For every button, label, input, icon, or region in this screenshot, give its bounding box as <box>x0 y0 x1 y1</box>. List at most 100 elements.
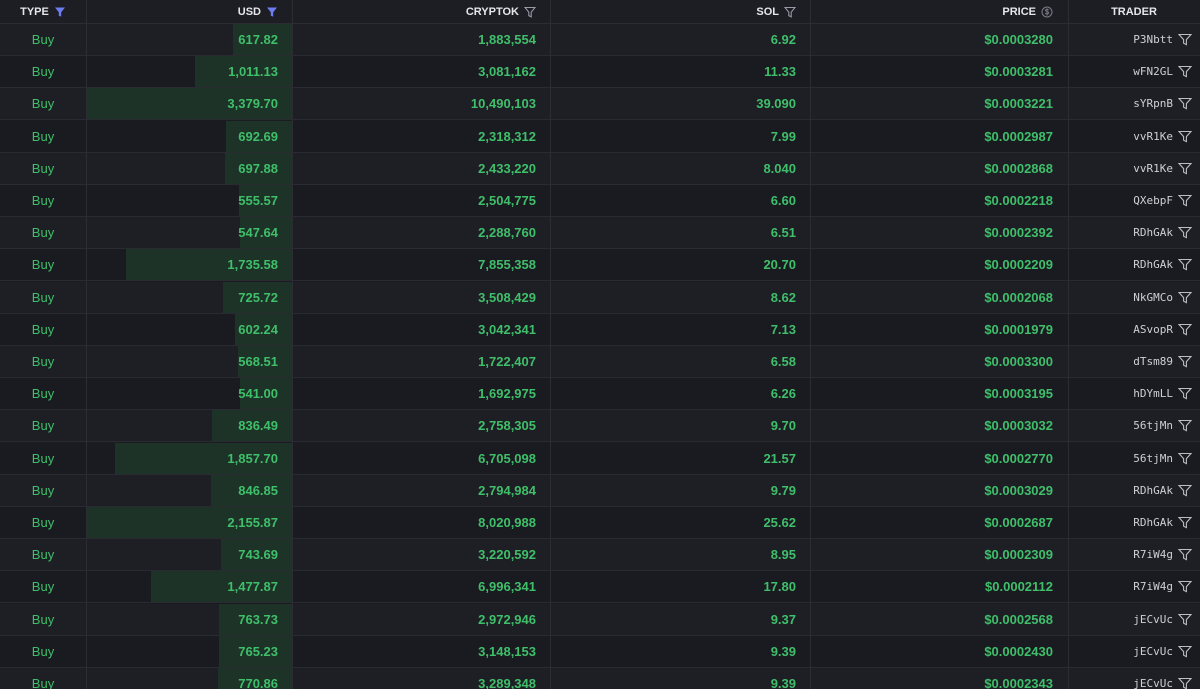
trader-id[interactable]: P3Nbtt <box>1133 33 1173 46</box>
trader-id[interactable]: 56tjMn <box>1133 419 1173 432</box>
cryptok-cell: 3,081,162 <box>478 64 536 80</box>
trader-id[interactable]: dTsm89 <box>1133 355 1173 368</box>
col-cryptok-label: CRYPTOK <box>465 5 519 18</box>
filter-trader-icon[interactable] <box>1178 677 1192 689</box>
trader-id[interactable]: hDYmLL <box>1133 387 1173 400</box>
table-row[interactable]: Buy 617.82 1,883,554 6.92 $0.0003280 P3Nbtt <box>0 24 1200 56</box>
col-price-header[interactable]: PRICE <box>810 0 1068 23</box>
filter-trader-icon[interactable] <box>1178 162 1192 175</box>
table-row[interactable]: Buy 846.85 2,794,984 9.79 $0.0003029 RDhGAk <box>0 474 1200 507</box>
type-cell: Buy <box>31 32 55 47</box>
table-row[interactable]: Buy 836.49 2,758,305 9.70 $0.0003032 56tjMn <box>0 410 1200 443</box>
table-row[interactable]: Buy 743.69 3,220,592 8.95 $0.0002309 R7iW4g <box>0 539 1200 572</box>
filter-trader-icon[interactable] <box>1178 548 1192 561</box>
type-cell: Buy <box>31 64 55 80</box>
filter-active-icon[interactable] <box>266 6 278 18</box>
trader-id[interactable]: RDhGAk <box>1133 258 1173 271</box>
cryptok-cell: 2,433,220 <box>478 160 536 176</box>
filter-trader-icon[interactable] <box>1178 452 1192 465</box>
filter-trader-icon[interactable] <box>1178 387 1192 400</box>
filter-trader-icon[interactable] <box>1178 484 1192 497</box>
trader-id[interactable]: RDhGAk <box>1133 484 1173 497</box>
table-row[interactable]: Buy 602.24 3,042,341 7.13 $0.0001979 ASvopR <box>0 313 1200 346</box>
table-row[interactable]: Buy 692.69 2,318,312 7.99 $0.0002987 vvR1Ke <box>0 120 1200 153</box>
type-cell: Buy <box>31 643 55 659</box>
filter-trader-icon[interactable] <box>1178 613 1192 626</box>
filter-trader-icon[interactable] <box>1178 645 1192 658</box>
table-row[interactable]: Buy 765.23 3,148,153 9.39 $0.0002430 jECvUc <box>0 635 1200 668</box>
type-cell: Buy <box>31 676 55 689</box>
trader-id[interactable]: jECvUc <box>1133 613 1173 626</box>
trader-id[interactable]: QXebpF <box>1133 194 1173 207</box>
trader-id[interactable]: 56tjMn <box>1133 452 1173 465</box>
filter-trader-icon[interactable] <box>1178 194 1192 207</box>
table-row[interactable]: Buy 555.57 2,504,775 6.60 $0.0002218 QXebpF <box>0 185 1200 217</box>
price-cell: $0.0003300 <box>984 354 1053 369</box>
filter-active-icon[interactable] <box>54 6 66 18</box>
filter-icon[interactable] <box>524 6 536 18</box>
filter-trader-icon[interactable] <box>1178 130 1192 143</box>
table-row[interactable]: Buy 697.88 2,433,220 8.040 $0.0002868 vvR1Ke <box>0 152 1200 185</box>
col-usd-header[interactable]: USD <box>86 0 292 23</box>
table-row[interactable]: Buy 770.86 3,289,348 9.39 $0.0002343 jECvUc <box>0 668 1200 689</box>
type-cell: Buy <box>31 579 55 595</box>
trader-id[interactable]: jECvUc <box>1133 645 1173 658</box>
table-row[interactable]: Buy 1,477.87 6,996,341 17.80 $0.0002112 R7iW4… <box>0 571 1200 604</box>
trader-id[interactable]: NkGMCo <box>1133 291 1173 304</box>
table-row[interactable]: Buy 763.73 2,972,946 9.37 $0.0002568 jECvUc <box>0 603 1200 636</box>
type-cell: Buy <box>31 225 55 241</box>
filter-trader-icon[interactable] <box>1178 291 1192 304</box>
trader-id[interactable]: ASvopR <box>1133 323 1173 336</box>
cryptok-cell: 2,288,760 <box>478 225 536 241</box>
col-type-header[interactable]: TYPE <box>0 0 86 23</box>
table-row[interactable]: Buy 1,011.13 3,081,162 11.33 $0.0003281 wFN2G… <box>0 56 1200 89</box>
price-cell: $0.0002687 <box>984 515 1053 530</box>
table-row[interactable]: Buy 1,735.58 7,855,358 20.70 $0.0002209 RDhGA… <box>0 249 1200 282</box>
table-row[interactable]: Buy 541.00 1,692,975 6.26 $0.0003195 hDYmLL <box>0 378 1200 411</box>
filter-trader-icon[interactable] <box>1178 226 1192 239</box>
table-row[interactable]: Buy 3,379.70 10,490,103 39.090 $0.0003221 sYR… <box>0 88 1200 121</box>
col-sol-header[interactable]: SOL <box>550 0 810 23</box>
price-cell: $0.0002568 <box>984 611 1053 627</box>
type-cell: Buy <box>31 611 55 627</box>
dollar-circle-icon[interactable] <box>1041 6 1053 18</box>
trader-id[interactable]: R7iW4g <box>1133 580 1173 593</box>
filter-trader-icon[interactable] <box>1178 355 1192 368</box>
filter-trader-icon[interactable] <box>1178 65 1192 78</box>
table-row[interactable]: Buy 568.51 1,722,407 6.58 $0.0003300 dTsm89 <box>0 346 1200 378</box>
col-trader-header[interactable]: TRADER <box>1068 0 1200 23</box>
trader-id[interactable]: RDhGAk <box>1133 516 1173 529</box>
usd-cell: 692.69 <box>238 128 278 144</box>
price-cell: $0.0002209 <box>984 257 1053 273</box>
sol-cell: 17.80 <box>763 579 796 595</box>
filter-trader-icon[interactable] <box>1178 516 1192 529</box>
filter-trader-icon[interactable] <box>1178 33 1192 46</box>
trader-id[interactable]: vvR1Ke <box>1133 162 1173 175</box>
trader-cell: QXebpF <box>1068 185 1200 216</box>
type-cell: Buy <box>31 450 55 466</box>
trader-id[interactable]: RDhGAk <box>1133 226 1173 239</box>
trader-id[interactable]: vvR1Ke <box>1133 130 1173 143</box>
filter-trader-icon[interactable] <box>1178 258 1192 271</box>
price-cell: $0.0003032 <box>984 418 1053 434</box>
filter-trader-icon[interactable] <box>1178 97 1192 110</box>
price-cell: $0.0002112 <box>985 579 1053 595</box>
filter-trader-icon[interactable] <box>1178 419 1192 432</box>
table-row[interactable]: Buy 725.72 3,508,429 8.62 $0.0002068 NkGMCo <box>0 281 1200 314</box>
sol-cell: 8.040 <box>763 160 796 176</box>
filter-trader-icon[interactable] <box>1178 580 1192 593</box>
type-cell: Buy <box>31 128 55 144</box>
trader-id[interactable]: wFN2GL <box>1133 65 1173 78</box>
col-cryptok-header[interactable]: CRYPTOK <box>292 0 550 23</box>
table-row[interactable]: Buy 547.64 2,288,760 6.51 $0.0002392 RDhGAk <box>0 217 1200 250</box>
trader-id[interactable]: R7iW4g <box>1133 548 1173 561</box>
trader-id[interactable]: sYRpnB <box>1133 97 1173 110</box>
filter-icon[interactable] <box>784 6 796 18</box>
col-trader-label: TRADER <box>1111 5 1157 18</box>
usd-cell: 541.00 <box>238 386 278 402</box>
filter-trader-icon[interactable] <box>1178 323 1192 336</box>
table-row[interactable]: Buy 1,857.70 6,705,098 21.57 $0.0002770 56tjM… <box>0 442 1200 475</box>
column-divider <box>550 0 551 689</box>
table-row[interactable]: Buy 2,155.87 8,020,988 25.62 $0.0002687 RDhGA… <box>0 507 1200 539</box>
trader-id[interactable]: jECvUc <box>1133 677 1173 689</box>
